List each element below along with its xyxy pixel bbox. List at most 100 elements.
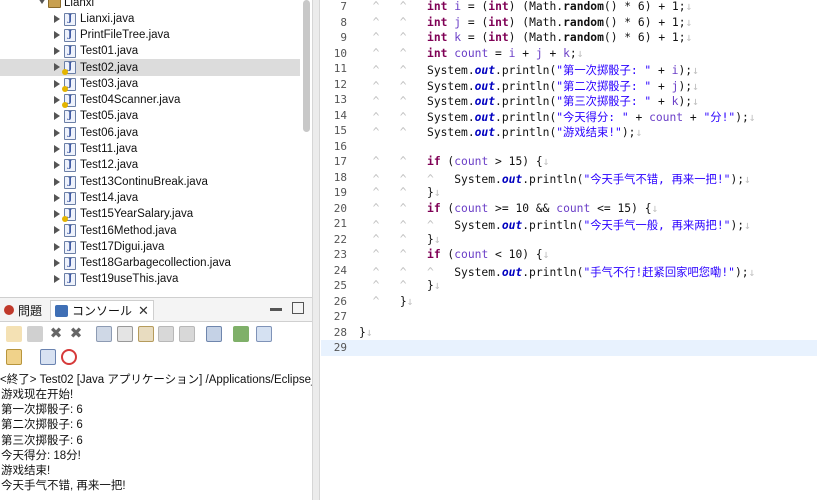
expand-arrow-icon[interactable] (54, 226, 60, 235)
code-token: "今天得分: " (556, 110, 629, 124)
minimize-icon[interactable] (270, 308, 282, 311)
word-wrap-icon[interactable] (138, 326, 154, 342)
file-label: Test16Method.java (80, 224, 177, 237)
tree-file-row[interactable]: J Test11.java (0, 141, 300, 157)
code-line[interactable]: 13 ^ ^ System.out.println("第三次掷骰子: " + k… (321, 92, 817, 108)
code-token: = ( (461, 31, 489, 44)
maximize-icon[interactable] (292, 302, 304, 314)
expand-arrow-icon[interactable] (54, 47, 60, 56)
code-line[interactable]: 8 ^ ^ int j = (int) (Math.random() * 6) … (321, 15, 817, 31)
code-line[interactable]: 10 ^ ^ int count = i + j + k;↓ (321, 46, 817, 62)
expand-arrow-icon[interactable] (54, 193, 60, 202)
code-line[interactable]: 15 ^ ^ System.out.println("游戏结束!");↓ (321, 123, 817, 139)
tab-console[interactable]: コンソール ✕ (50, 300, 154, 320)
whitespace-marker: ^ ^ (359, 110, 428, 124)
tree-file-row[interactable]: J Test14.java (0, 190, 300, 206)
code-line[interactable]: 21 ^ ^ ^ System.out.println("今天手气一般, 再来两… (321, 216, 817, 232)
tree-file-row[interactable]: J Test13ContinuBreak.java (0, 174, 300, 190)
code-line[interactable]: 17 ^ ^ if (count > 15) {↓ (321, 154, 817, 170)
tree-file-row[interactable]: J Test12.java (0, 157, 300, 173)
expand-arrow-icon[interactable] (54, 144, 60, 153)
code-line[interactable]: 11 ^ ^ System.out.println("第一次掷骰子: " + i… (321, 61, 817, 77)
expand-arrow-icon[interactable] (54, 242, 60, 251)
expand-arrow-icon[interactable] (54, 63, 60, 72)
expand-arrow-icon[interactable] (54, 161, 60, 170)
code-token: ( (440, 248, 455, 261)
stop-icon[interactable] (27, 326, 43, 342)
tree-file-row[interactable]: J Test18Garbagecollection.java (0, 255, 300, 271)
view-splitter[interactable] (312, 0, 320, 500)
close-icon[interactable]: ✕ (138, 303, 149, 319)
tree-file-row[interactable]: J Lianxi.java (0, 11, 300, 27)
line-number: 11 (333, 62, 347, 75)
tree-file-row[interactable]: J Test04Scanner.java (0, 92, 300, 108)
expand-arrow-icon[interactable] (54, 275, 60, 284)
terminate-relaunch-icon[interactable] (6, 326, 22, 342)
line-number: 12 (333, 77, 347, 91)
code-line[interactable]: 27 (321, 309, 817, 325)
expand-arrow-icon[interactable] (54, 112, 60, 121)
whitespace-marker: ^ ^ ^ (359, 219, 455, 232)
whitespace-marker: ^ (359, 294, 400, 308)
code-line[interactable]: 25 ^ ^ }↓ (321, 278, 817, 294)
tab-problems[interactable]: 問題 (0, 300, 42, 320)
code-token: System. (427, 79, 475, 93)
tree-file-row[interactable]: J Test06.java (0, 125, 300, 141)
code-line[interactable]: 23 ^ ^ if (count < 10) {↓ (321, 247, 817, 263)
code-line[interactable]: 16 (321, 139, 817, 155)
code-line[interactable]: 19 ^ ^ }↓ (321, 185, 817, 201)
code-line[interactable]: 18 ^ ^ ^ System.out.println("今天手气不错, 再来一… (321, 170, 817, 186)
expand-arrow-icon[interactable] (54, 177, 60, 186)
code-line[interactable]: 28}↓ (321, 325, 817, 341)
code-line[interactable]: 7 ^ ^ int i = (int) (Math.random() * 6) … (321, 0, 817, 15)
new-console-icon[interactable] (6, 349, 22, 365)
tree-file-row[interactable]: J Test03.java (0, 76, 300, 92)
tree-file-row[interactable]: J Test02.java (0, 59, 300, 76)
code-token: "游戏结束!" (556, 126, 622, 139)
code-token: "第二次掷骰子: " (556, 79, 652, 93)
display-selected-console-icon[interactable] (256, 326, 272, 342)
tree-file-row[interactable]: J Test19useThis.java (0, 271, 300, 287)
tree-file-row[interactable]: J Test01.java (0, 43, 300, 59)
remove-launch-icon[interactable]: ✖ (48, 326, 64, 342)
expand-arrow-icon[interactable] (54, 259, 60, 267)
expand-arrow-icon[interactable] (54, 128, 60, 137)
tree-file-row[interactable]: J Test17Digui.java (0, 239, 300, 255)
code-line[interactable]: 14 ^ ^ System.out.println("今天得分: " + cou… (321, 108, 817, 124)
expand-arrow-icon[interactable] (54, 14, 60, 23)
code-line[interactable]: 22 ^ ^ }↓ (321, 232, 817, 248)
tree-file-row[interactable]: J PrintFileTree.java (0, 27, 300, 43)
scroll-lock-icon[interactable] (117, 326, 133, 342)
expand-arrow-icon[interactable] (54, 79, 60, 88)
explorer-scrollbar[interactable] (303, 0, 310, 132)
tree-file-row[interactable]: J Test05.java (0, 108, 300, 124)
pin-console-icon[interactable] (206, 326, 222, 342)
expand-arrow-icon[interactable] (54, 210, 60, 219)
code-line[interactable]: 20 ^ ^ if (count >= 10 && count <= 15) {… (321, 201, 817, 217)
code-token: count (556, 201, 591, 215)
file-label: Test03.java (80, 77, 139, 90)
code-editor[interactable]: 7 ^ ^ int i = (int) (Math.random() * 6) … (321, 0, 817, 500)
file-label: Test17Digui.java (80, 240, 165, 253)
code-line[interactable]: 12 ^ ^ System.out.println("第二次掷骰子: " + j… (321, 77, 817, 93)
show-on-output-icon[interactable] (158, 326, 174, 342)
code-line[interactable]: 29 (321, 340, 817, 356)
view-menu-icon[interactable] (40, 349, 56, 365)
code-line[interactable]: 26 ^ }↓ (321, 294, 817, 310)
code-line[interactable]: 24 ^ ^ ^ System.out.println("手气不行!赶紧回家吧您… (321, 263, 817, 279)
clear-console-icon[interactable] (96, 326, 112, 342)
code-token: out (501, 265, 523, 279)
expand-arrow-icon[interactable] (54, 30, 60, 39)
tree-file-row[interactable]: J Test15YearSalary.java (0, 206, 300, 223)
open-console-icon[interactable] (233, 326, 249, 342)
code-line[interactable]: 9 ^ ^ int k = (int) (Math.random() * 6) … (321, 30, 817, 46)
expand-arrow-icon[interactable] (54, 96, 60, 104)
file-label: Test11.java (80, 143, 138, 156)
expand-arrow-icon[interactable] (38, 0, 46, 4)
debug-icon[interactable] (61, 349, 77, 365)
tree-file-row[interactable]: J Test16Method.java (0, 222, 300, 238)
remove-all-launches-icon[interactable]: ✖ (68, 326, 84, 342)
code-token: int (427, 0, 448, 13)
code-text: ^ ^ int count = i + j + k;↓ (359, 47, 584, 60)
show-on-error-icon[interactable] (179, 326, 195, 342)
